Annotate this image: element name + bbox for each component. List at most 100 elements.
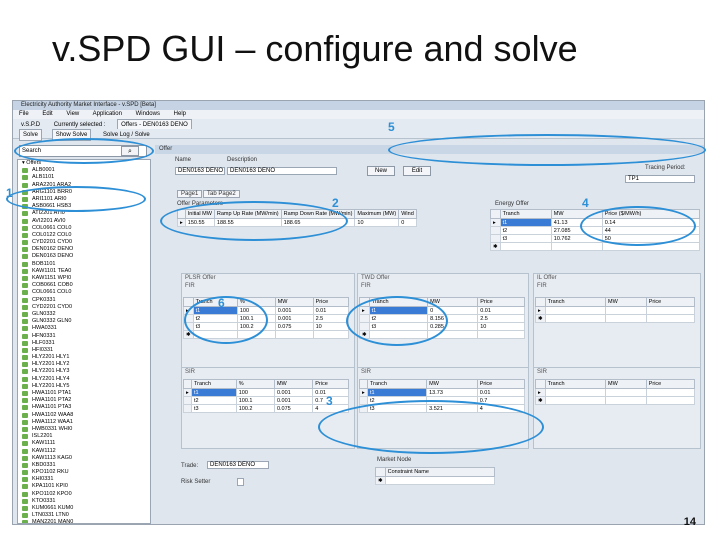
table-row[interactable]: ✱ [535,396,696,405]
description-field[interactable]: DEN0163 DENO [227,167,337,175]
tree-item[interactable]: DEN0162 DENO [18,246,150,253]
market-node-table[interactable]: Constraint Name ✱ [375,467,496,485]
tracing-period-select[interactable]: TP1 [625,175,695,183]
menu-application[interactable]: Application [93,111,122,117]
column-header[interactable]: MW [604,297,647,307]
column-header[interactable]: Price [645,297,696,307]
table-cell[interactable] [544,388,606,397]
tree-item[interactable]: KBD0331 [18,462,150,469]
tree-item[interactable]: AVI2201 AVI0 [18,218,150,225]
table-cell[interactable] [477,330,525,339]
tree-item[interactable]: COL0122 COL0 [18,232,150,239]
table-cell[interactable] [544,314,606,323]
table-cell[interactable] [499,242,552,251]
table-cell[interactable]: 10 [312,322,350,331]
table-row[interactable]: ▸ t1 100 0.001 0.01 [183,388,349,397]
table-row[interactable]: t2 100.1 0.001 0.7 [183,396,349,405]
table-cell[interactable] [384,476,496,485]
table-cell[interactable] [645,314,696,323]
menu-help[interactable]: Help [174,111,186,117]
tree-item[interactable]: HLY2201 HLY5 [18,383,150,390]
tree-item[interactable]: HLF0331 [18,340,150,347]
column-header[interactable]: MW [426,379,478,389]
table-cell[interactable]: 0.001 [273,396,314,405]
column-header[interactable]: Price [312,297,350,307]
table-cell[interactable]: 0.001 [273,388,314,397]
table-row[interactable]: ✱ [490,242,701,251]
tab-page2[interactable]: Tab Page2 [203,190,240,198]
tree-item[interactable]: CYD2201 CYD0 [18,304,150,311]
solve-button[interactable]: Solve [19,129,43,141]
table-cell[interactable]: t3 [191,404,237,413]
menu-windows[interactable]: Windows [136,111,160,117]
column-header[interactable]: Price [476,379,526,389]
table-cell[interactable] [550,242,603,251]
table-cell[interactable] [645,388,696,397]
tree-item[interactable]: HWA1112 WAA1 [18,419,150,426]
table-row[interactable]: ▸ t1 13.73 0.01 [359,388,526,397]
tree-item[interactable]: BOB1101 [18,261,150,268]
table-cell[interactable] [604,314,647,323]
tree-item[interactable]: ALB0001 [18,167,150,174]
table-cell[interactable] [645,306,696,315]
tree-item[interactable]: HWA1101 PTA2 [18,397,150,404]
tree-item[interactable]: LTN0331 LTN0 [18,512,150,519]
tree-item[interactable]: COL0661 COL0 [18,289,150,296]
column-header[interactable]: Tranch [366,379,428,389]
tree-item[interactable]: COL0661 COL0 [18,225,150,232]
table-cell[interactable]: t2 [499,226,552,235]
column-header[interactable]: Tranch [544,379,606,389]
tree-item[interactable]: KAW1151 WPI0 [18,275,150,282]
tab-page1[interactable]: Page1 [177,190,203,198]
table-cell[interactable]: 100.1 [235,396,275,405]
tree-item[interactable]: KAW1112 [18,448,150,455]
table-cell[interactable] [645,396,696,405]
tree-item[interactable]: HLY2201 HLY3 [18,368,150,375]
il-fir-table[interactable]: Tranch MW Price ▸ ✱ [535,297,696,323]
column-header[interactable]: Tranch [499,209,552,219]
table-cell[interactable]: 0.01 [312,306,350,315]
plsr-sir-table[interactable]: Tranch% MW Price ▸ t1 100 0.001 0.01 t2 100.1 0.00… [183,379,349,413]
table-row[interactable]: ✱ [535,314,696,323]
tree-item[interactable]: ISL2201 [18,433,150,440]
table-cell[interactable]: 100.2 [235,404,275,413]
offer-tree[interactable]: ▾ Offers ALB0001 ALB1101 ARA2201 ARA2 ARG110… [17,159,151,524]
table-cell[interactable] [274,330,314,339]
table-row[interactable]: t3 100.2 0.075 4 [183,404,349,413]
column-header[interactable]: Price [312,379,349,389]
table-cell[interactable]: t1 [499,218,552,227]
tree-item[interactable]: KAW1113 KAG0 [18,455,150,462]
table-cell[interactable]: 100 [235,388,275,397]
table-cell[interactable]: 13.73 [426,388,478,397]
tree-item[interactable]: HWB0331 WHI0 [18,426,150,433]
tree-item[interactable]: CPK0331 [18,297,150,304]
tree-item[interactable]: KHI0331 [18,476,150,483]
tree-item[interactable]: HWA0331 [18,325,150,332]
table-cell[interactable] [312,330,350,339]
column-header[interactable]: Tranch [191,379,237,389]
tree-item[interactable]: HLY2201 HLY1 [18,354,150,361]
risk-setter-checkbox[interactable] [237,478,244,486]
table-cell[interactable]: 10 [477,322,525,331]
column-header[interactable]: Constraint Name [384,467,496,477]
tree-item[interactable]: HLY2201 HLY2 [18,361,150,368]
tree-item[interactable]: KUM0661 KUM0 [18,505,150,512]
tree-item[interactable]: KAW1111 [18,440,150,447]
menu-view[interactable]: View [66,111,79,117]
table-row[interactable]: ▸ [535,388,696,397]
menu-edit[interactable]: Edit [42,111,52,117]
tree-item[interactable]: CYD2201 CYD0 [18,239,150,246]
table-cell[interactable]: 0.001 [274,306,314,315]
il-sir-table[interactable]: Tranch MW Price ▸ ✱ [535,379,696,405]
table-cell[interactable]: t1 [366,388,428,397]
tree-item[interactable]: GLN0332 GLN0 [18,318,150,325]
tree-item[interactable]: KPO1102 RKU [18,469,150,476]
menu-file[interactable]: File [19,111,29,117]
table-cell[interactable]: t3 [499,234,552,243]
table-row[interactable]: ▸ [535,306,696,315]
table-cell[interactable]: 0.075 [274,322,314,331]
tree-item[interactable]: COB0661 COB0 [18,282,150,289]
new-button[interactable]: New [367,166,395,176]
column-header[interactable]: Wind [398,209,417,219]
table-cell[interactable]: 2.5 [312,314,350,323]
